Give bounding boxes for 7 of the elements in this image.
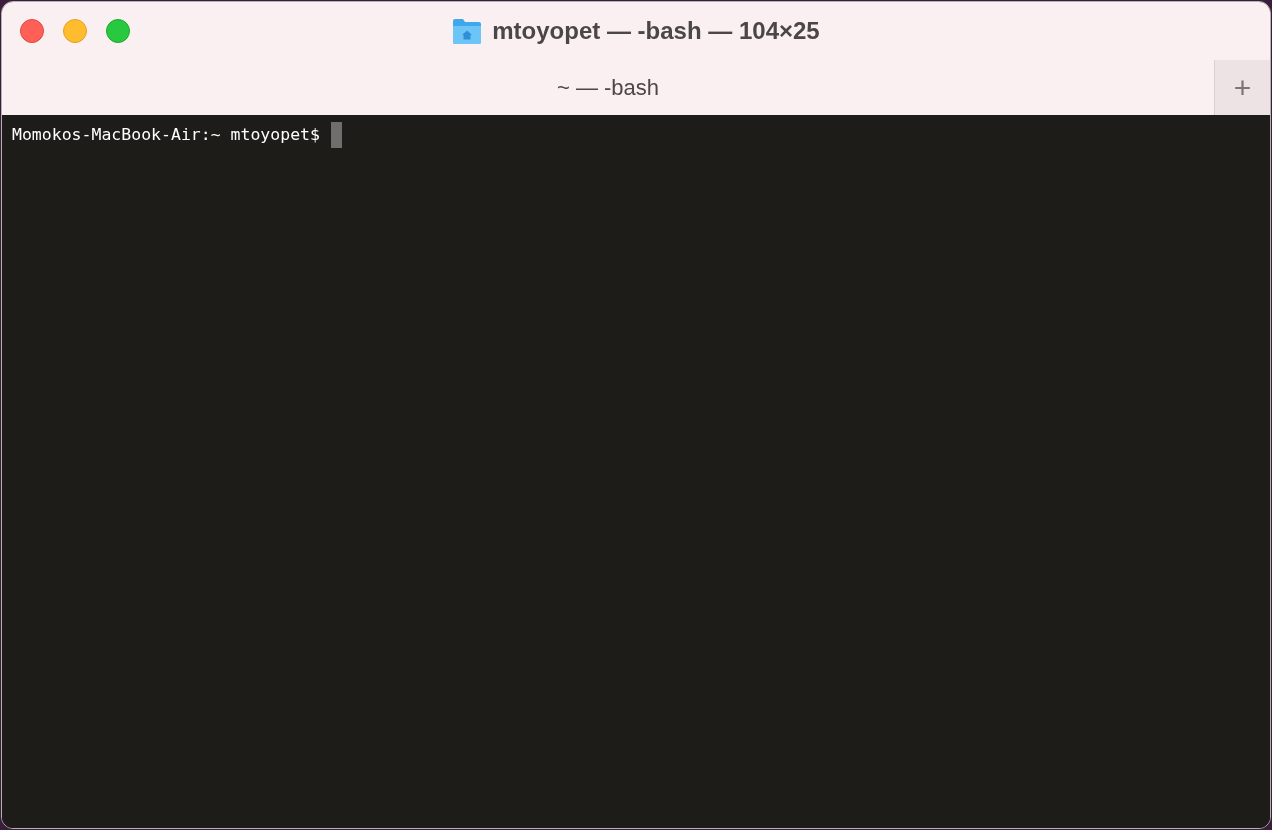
window-title: mtoyopet — -bash — 104×25 xyxy=(492,16,820,46)
new-tab-button[interactable]: + xyxy=(1214,60,1270,115)
minimize-button[interactable] xyxy=(63,19,87,43)
home-folder-icon xyxy=(452,17,483,45)
close-button[interactable] xyxy=(20,19,44,43)
zoom-button[interactable] xyxy=(106,19,130,43)
shell-prompt: Momokos-MacBook-Air:~ mtoyopet$ xyxy=(12,123,320,146)
